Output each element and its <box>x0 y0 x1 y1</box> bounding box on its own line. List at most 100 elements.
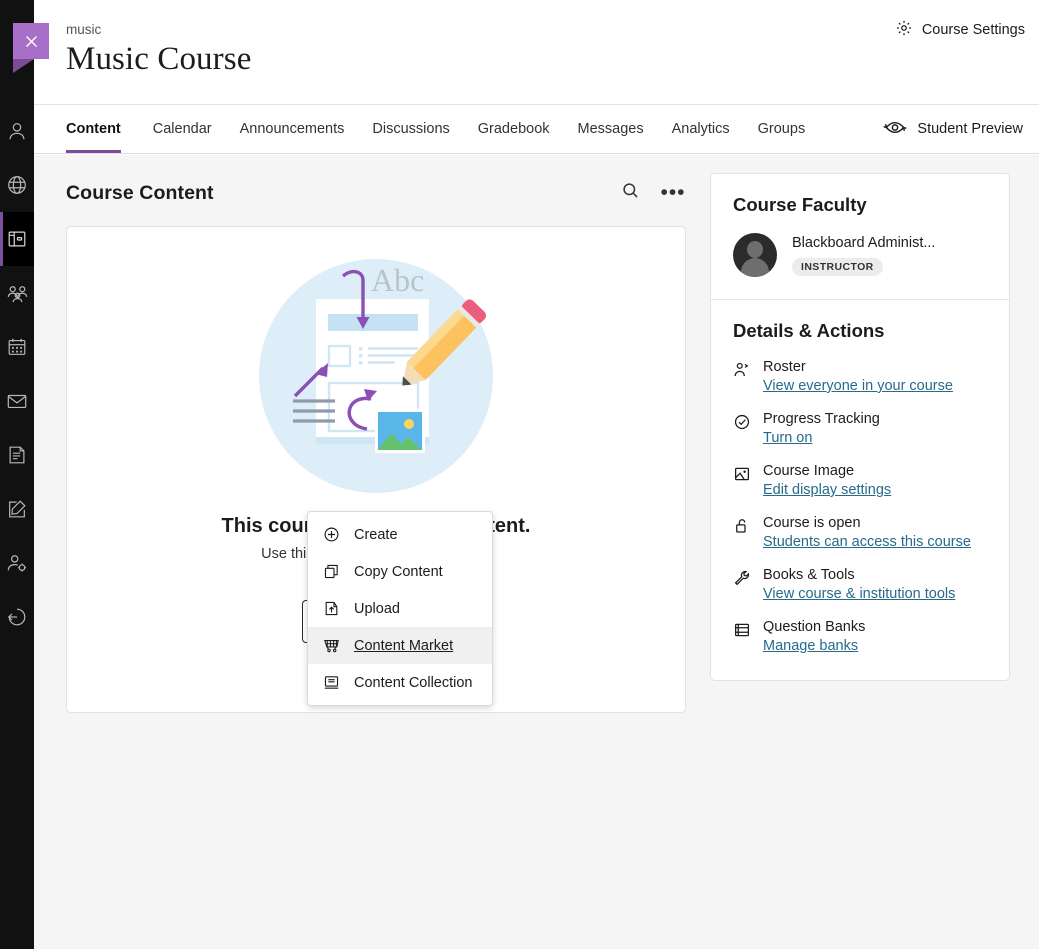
tab-list: Content Calendar Announcements Discussio… <box>34 105 819 153</box>
add-content-menu: Create Copy Content Up <box>307 511 493 706</box>
detail-link[interactable]: View everyone in your course <box>763 378 953 394</box>
tab-label: Groups <box>758 121 806 137</box>
close-course-button[interactable] <box>13 23 49 67</box>
content-header: Course Content ••• <box>66 173 686 213</box>
status-badge: INSTRUCTOR <box>792 258 883 276</box>
details-actions-section: Details & Actions Roster View everyon <box>711 300 1009 680</box>
detail-link[interactable]: View course & institution tools <box>763 586 955 602</box>
detail-label: Roster <box>763 359 953 375</box>
image-icon <box>733 463 751 498</box>
check-circle-icon <box>733 411 751 446</box>
detail-label: Progress Tracking <box>763 411 880 427</box>
tab-label: Analytics <box>672 121 730 137</box>
detail-label: Course Image <box>763 463 891 479</box>
detail-item-text: Course Image Edit display settings <box>763 463 891 498</box>
person-gear-icon <box>6 552 28 574</box>
logout-arrow-icon <box>6 606 28 628</box>
breadcrumb: music <box>66 22 101 37</box>
menu-item-label: Copy Content <box>354 564 443 580</box>
page-title: Music Course <box>66 41 251 78</box>
roster-icon <box>733 359 751 394</box>
tab-content[interactable]: Content <box>66 105 139 153</box>
content-heading: Course Content <box>66 182 214 205</box>
person-icon <box>6 120 28 142</box>
detail-label: Question Banks <box>763 619 865 635</box>
detail-label: Course is open <box>763 515 971 531</box>
sidebar-column: Course Faculty Blackboard Administ... IN… <box>710 173 1010 949</box>
sidebar-item-admin[interactable] <box>0 536 34 590</box>
menu-item-content-collection[interactable]: Content Collection <box>308 664 492 701</box>
sidebar-item-institution[interactable] <box>0 158 34 212</box>
tab-messages[interactable]: Messages <box>564 105 658 153</box>
sidebar-item-organizations[interactable] <box>0 266 34 320</box>
tab-label: Content <box>66 121 121 137</box>
tab-analytics[interactable]: Analytics <box>658 105 744 153</box>
detail-item-books-tools: Books & Tools View course & institution … <box>733 567 987 602</box>
tab-label: Messages <box>578 121 644 137</box>
tab-groups[interactable]: Groups <box>744 105 820 153</box>
details-actions-heading: Details & Actions <box>733 320 987 342</box>
more-options-icon: ••• <box>660 188 685 198</box>
unlock-icon <box>733 515 751 550</box>
pencil-square-icon <box>6 498 28 520</box>
student-preview-button[interactable]: Student Preview <box>883 105 1023 153</box>
tab-discussions[interactable]: Discussions <box>358 105 463 153</box>
course-faculty-heading: Course Faculty <box>733 194 987 216</box>
menu-item-label: Content Market <box>354 638 453 654</box>
body-area: Course Content ••• <box>34 155 1039 949</box>
student-preview-label: Student Preview <box>917 121 1023 137</box>
detail-link[interactable]: Edit display settings <box>763 482 891 498</box>
tab-label: Gradebook <box>478 121 550 137</box>
tab-label: Discussions <box>372 121 449 137</box>
detail-link[interactable]: Turn on <box>763 430 880 446</box>
left-nav-rail <box>0 0 34 949</box>
detail-label: Books & Tools <box>763 567 955 583</box>
faculty-member-row[interactable]: Blackboard Administ... INSTRUCTOR <box>733 233 987 277</box>
search-button[interactable] <box>617 180 643 206</box>
menu-item-label: Create <box>354 527 398 543</box>
globe-icon <box>6 174 28 196</box>
tab-calendar[interactable]: Calendar <box>139 105 226 153</box>
close-icon <box>13 23 49 59</box>
menu-item-label: Content Collection <box>354 675 473 691</box>
sidebar-item-profile[interactable] <box>0 104 34 158</box>
page-header: music Music Course Course Settings <box>34 0 1039 104</box>
menu-item-upload[interactable]: Upload <box>308 590 492 627</box>
tab-announcements[interactable]: Announcements <box>226 105 359 153</box>
preview-eye-icon <box>883 119 907 140</box>
sidebar-item-calendar[interactable] <box>0 320 34 374</box>
detail-link[interactable]: Manage banks <box>763 638 865 654</box>
course-faculty-section: Course Faculty Blackboard Administ... IN… <box>711 174 1009 300</box>
more-options-button[interactable]: ••• <box>660 180 686 206</box>
people-icon <box>6 282 29 305</box>
sidebar-item-messages[interactable] <box>0 374 34 428</box>
avatar-head <box>747 241 763 258</box>
search-icon <box>621 181 640 205</box>
detail-item-text: Books & Tools View course & institution … <box>763 567 955 602</box>
menu-item-copy-content[interactable]: Copy Content <box>308 553 492 590</box>
detail-item-text: Roster View everyone in your course <box>763 359 953 394</box>
menu-item-label: Upload <box>354 601 400 617</box>
faculty-member-name: Blackboard Administ... <box>792 235 935 251</box>
calendar-icon <box>6 336 28 358</box>
tab-gradebook[interactable]: Gradebook <box>464 105 564 153</box>
sidebar-item-tools[interactable] <box>0 482 34 536</box>
detail-item-text: Question Banks Manage banks <box>763 619 865 654</box>
course-info-card: Course Faculty Blackboard Administ... IN… <box>710 173 1010 681</box>
menu-item-create[interactable]: Create <box>308 516 492 553</box>
course-settings-button[interactable]: Course Settings <box>895 19 1025 41</box>
question-bank-icon <box>733 619 751 654</box>
menu-item-content-market[interactable]: Content Market <box>308 627 492 664</box>
sidebar-item-grades[interactable] <box>0 428 34 482</box>
sidebar-item-courses[interactable] <box>0 212 34 266</box>
svg-text:Abc: Abc <box>371 262 424 298</box>
sidebar-item-signout[interactable] <box>0 590 34 644</box>
main-panel: music Music Course Course Settings Conte… <box>34 0 1039 949</box>
detail-item-course-open: Course is open Students can access this … <box>733 515 987 550</box>
detail-item-roster: Roster View everyone in your course <box>733 359 987 394</box>
detail-item-course-image: Course Image Edit display settings <box>733 463 987 498</box>
tab-label: Announcements <box>240 121 345 137</box>
detail-link[interactable]: Students can access this course <box>763 534 971 550</box>
wrench-icon <box>733 567 751 602</box>
upload-icon <box>323 600 340 617</box>
